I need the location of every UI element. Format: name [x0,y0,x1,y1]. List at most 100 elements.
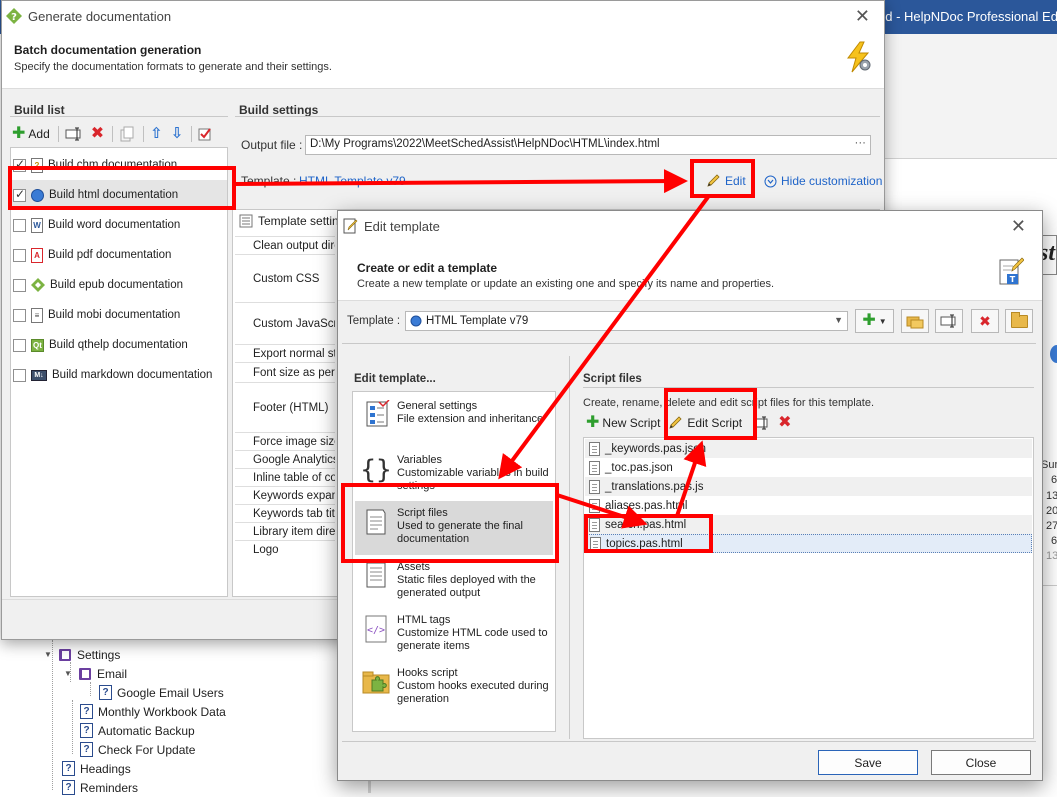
save-button[interactable]: Save [818,750,918,775]
generate-window-titlebar: ? Generate documentation ✕ [2,1,884,31]
tab-template-settings[interactable]: Template settings [239,214,351,228]
tree-item-settings[interactable]: ▼ Settings [44,645,120,664]
tree-item-google-email-users[interactable]: ? Google Email Users [99,683,224,702]
property-row[interactable]: Logo [235,540,335,558]
open-template-folder-button[interactable] [1005,309,1033,333]
tree-item-email[interactable]: ▼ Email [64,664,127,683]
property-row[interactable]: Font size as percentage [235,362,335,382]
tree-guide [72,700,73,754]
tree-item-headings[interactable]: ? Headings [62,759,131,778]
tree-item-automatic-backup[interactable]: ? Automatic Backup [80,721,195,740]
build-item-html[interactable]: Build html documentation [11,180,227,210]
menu-item-description: Static files deployed with the generated… [397,574,536,599]
browse-button[interactable]: ··· [855,137,867,149]
build-item-mobi[interactable]: ≡ Build mobi documentation [11,300,227,330]
template-link[interactable]: HTML Template v79 [299,174,406,188]
topic-tree: ▼ Settings ▼ Email ? Google Email Users … [0,640,370,795]
tree-item-label: Google Email Users [117,685,224,700]
script-file-row-selected[interactable]: topics.pas.html [585,534,1032,553]
hide-customization-button[interactable]: Hide customization [764,174,882,188]
property-row[interactable]: Keywords expanded [235,486,335,504]
arrow-up-icon: ⇧ [150,125,163,142]
delete-build-button[interactable]: ✖ [91,126,104,142]
rename-script-button[interactable] [754,416,770,430]
menu-item-general-settings[interactable]: General settings File extension and inhe… [355,394,553,448]
script-file-row[interactable]: _toc.pas.json [585,458,1032,477]
collapse-chevron-icon[interactable]: ▼ [44,650,54,659]
edit-script-button[interactable]: Edit Script [668,416,742,430]
collapse-chevron-icon[interactable]: ▼ [64,669,74,678]
new-template-button[interactable]: ✚ ▼ [855,309,894,333]
property-row[interactable]: Inline table of contents [235,468,335,486]
build-checkbox[interactable] [13,187,26,202]
tree-item-check-for-update[interactable]: ? Check For Update [80,740,195,759]
tree-item-label: Check For Update [98,742,196,757]
check-all-button[interactable] [198,127,212,141]
property-row[interactable]: Google Analytics ID [235,450,335,468]
header-title: Create or edit a template [357,261,498,275]
property-row[interactable]: Custom CSS [235,254,335,302]
rename-template-button[interactable] [935,309,963,333]
move-down-button[interactable]: ⇩ [171,126,184,141]
property-row[interactable]: Keywords tab title [235,504,335,522]
calendar-number: 27 [1046,520,1057,532]
build-item-pdf[interactable]: A Build pdf documentation [11,240,227,270]
menu-item-html-tags[interactable]: </> HTML tags Customize HTML code used t… [355,608,553,662]
build-checkbox[interactable] [13,248,26,262]
add-build-button[interactable]: ✚ Add [12,126,50,142]
build-checkbox[interactable] [13,308,26,322]
script-files-icon [366,509,386,535]
menu-item-hooks-script[interactable]: Hooks script Custom hooks executed durin… [355,661,553,715]
delete-template-button[interactable]: ✖ [971,309,999,333]
output-file-input[interactable]: D:\My Programs\2022\MeetSchedAssist\Help… [305,135,871,155]
copy-build-button[interactable] [119,126,135,142]
script-file-row[interactable]: _translations.pas.js [585,477,1032,496]
close-button[interactable]: Close [931,750,1031,775]
build-item-label: Build epub documentation [50,279,183,291]
script-file-row[interactable]: search.pas.html [585,515,1032,534]
lightning-gear-icon [847,41,871,73]
build-checkbox[interactable] [13,368,26,382]
script-file-row[interactable]: _keywords.pas.json [585,439,1032,458]
build-checkbox[interactable] [13,218,26,232]
new-script-button[interactable]: ✚ New Script [586,415,660,431]
svg-text:T: T [1010,275,1016,284]
hooks-script-icon [362,671,390,694]
menu-item-variables[interactable]: {} Variables Customizable variables in b… [355,448,553,502]
rename-icon [940,314,956,328]
delete-script-button[interactable]: ✖ [778,415,791,431]
template-select[interactable]: HTML Template v79 ▼ [405,311,848,331]
build-item-chm[interactable]: ? Build chm documentation [11,150,227,180]
menu-item-script-files[interactable]: Script files Used to generate the final … [355,501,553,555]
build-item-qthelp[interactable]: Qt Build qthelp documentation [11,330,227,360]
build-checkbox[interactable] [13,278,26,292]
tree-item-label: Settings [77,647,121,662]
property-row[interactable]: Footer (HTML) [235,382,335,432]
property-row[interactable]: Custom JavaScript [235,302,335,344]
tree-item-monthly-workbook-data[interactable]: ? Monthly Workbook Data [80,702,226,721]
build-checkbox[interactable] [13,338,26,352]
build-item-label: Build pdf documentation [48,249,172,261]
property-row[interactable]: Library item directory [235,522,335,540]
close-icon[interactable]: ✕ [855,7,870,25]
build-item-word[interactable]: W Build word documentation [11,210,227,240]
duplicate-template-button[interactable] [901,309,929,333]
build-checkbox[interactable] [13,157,26,172]
edit-template-menu-title: Edit template... [354,373,436,385]
tree-item-reminders[interactable]: ? Reminders [62,778,138,797]
edit-template-button[interactable]: Edit [706,174,746,188]
section-divider [235,116,880,117]
build-item-markdown[interactable]: M↓ Build markdown documentation [11,360,227,390]
property-row[interactable]: Export normal style [235,344,335,362]
menu-item-description: Customize HTML code used to generate ite… [397,627,548,652]
menu-item-assets[interactable]: Assets Static files deployed with the ge… [355,555,553,609]
rename-build-button[interactable] [65,127,83,141]
move-up-button[interactable]: ⇧ [150,125,163,142]
menu-item-title: Script files [397,507,448,519]
build-item-epub[interactable]: Build epub documentation [11,270,227,300]
menu-item-title: Hooks script [397,667,458,679]
property-row[interactable]: Force image sizes [235,432,335,450]
script-file-row[interactable]: aliases.pas.html [585,496,1032,515]
close-icon[interactable]: ✕ [1011,217,1026,235]
property-row[interactable]: Clean output directory [235,236,335,254]
